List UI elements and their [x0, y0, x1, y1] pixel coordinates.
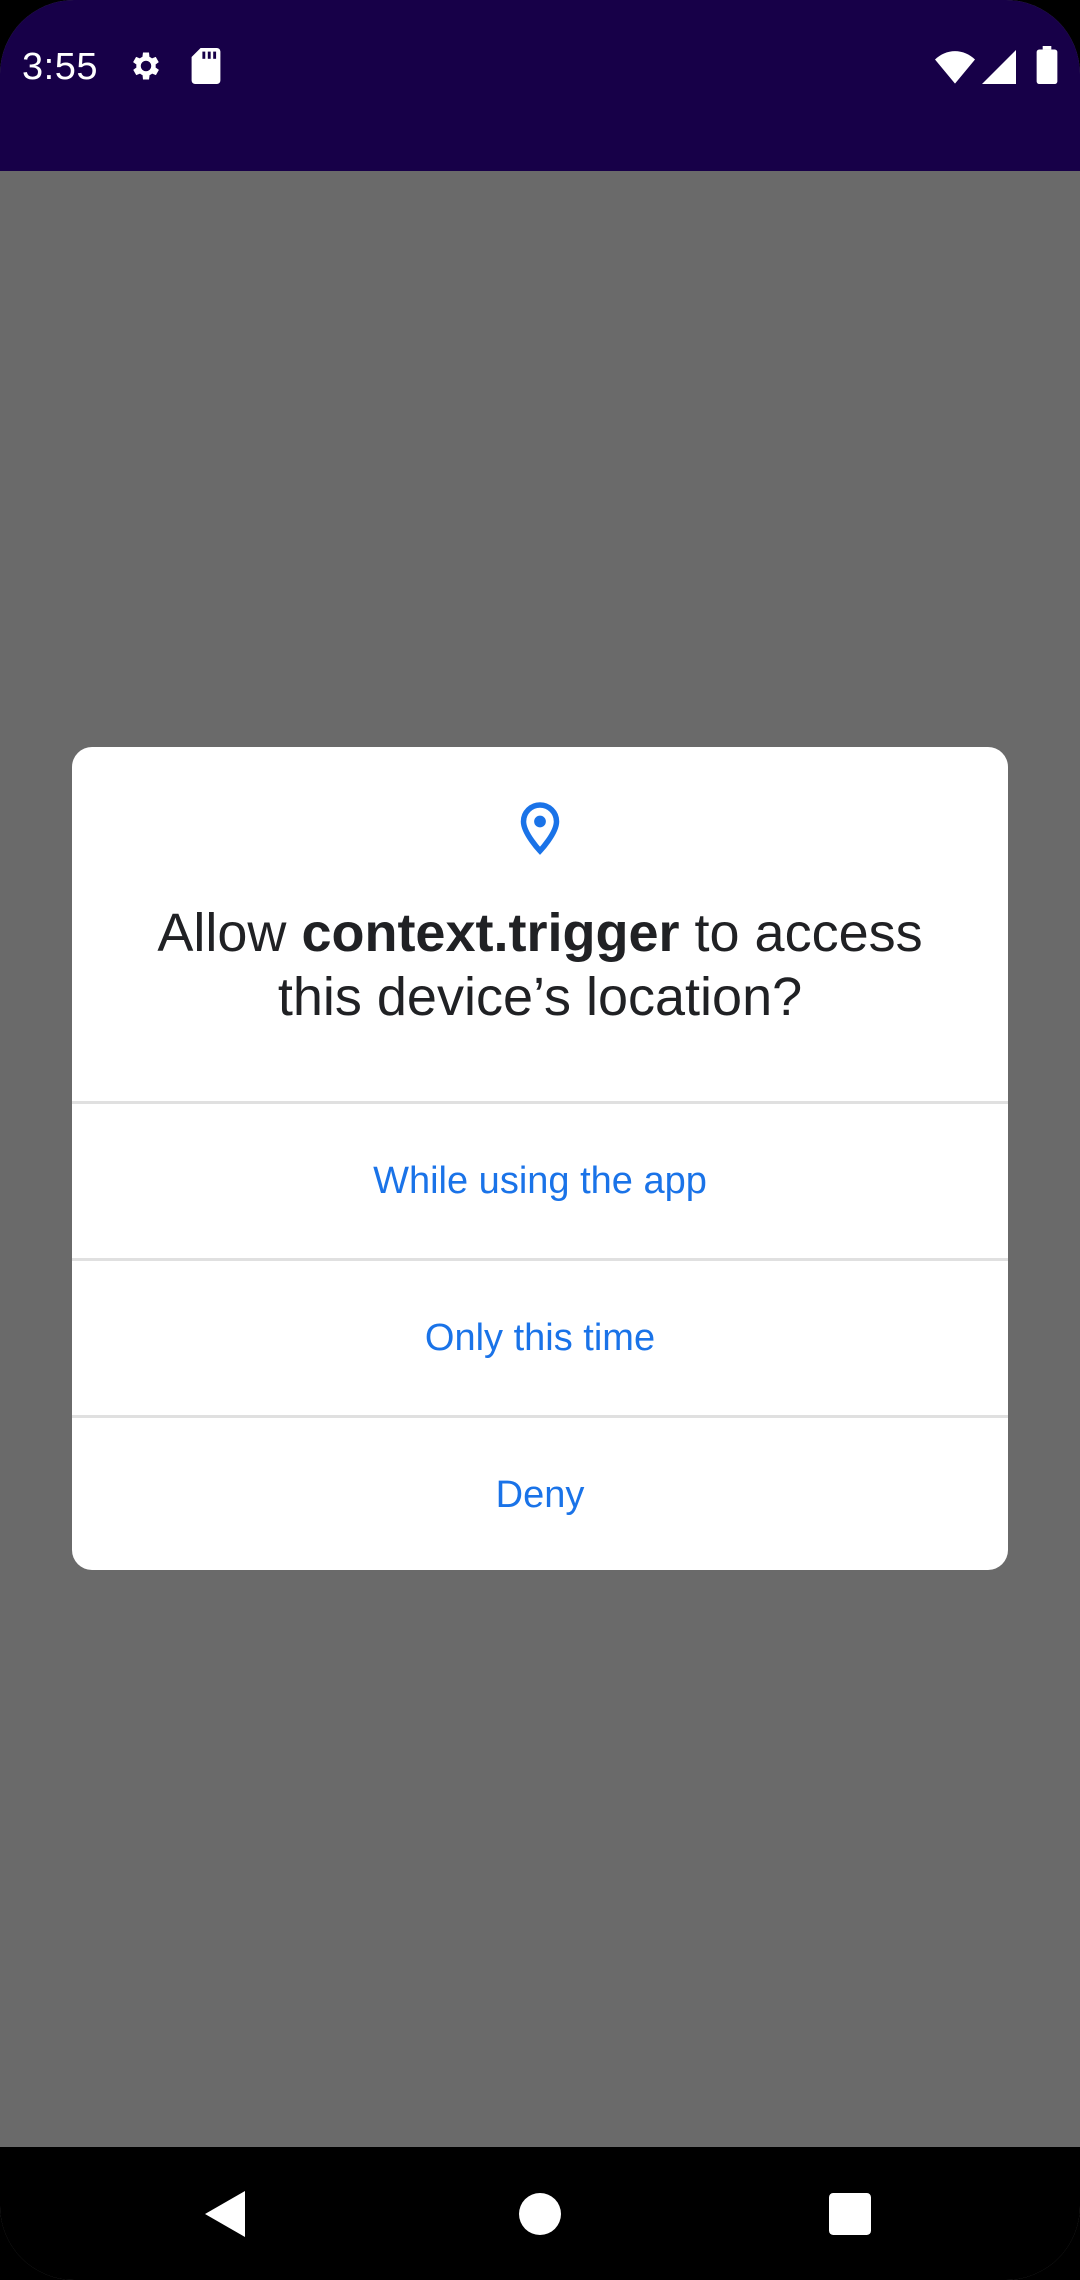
deny-button[interactable]: Deny	[72, 1418, 1008, 1570]
navigation-bar	[0, 2147, 1080, 2280]
home-icon[interactable]	[519, 2193, 561, 2235]
screen: 3:55 Allow context.trigger to access thi…	[0, 0, 1080, 2280]
dialog-header: Allow context.trigger to access this dev…	[72, 747, 1008, 1101]
title-prefix: Allow	[157, 903, 302, 963]
sd-card-icon	[191, 48, 221, 84]
app-name: context.trigger	[301, 903, 680, 963]
permission-dialog: Allow context.trigger to access this dev…	[72, 747, 1008, 1570]
status-bar: 3:55	[0, 0, 1080, 171]
status-time: 3:55	[22, 46, 98, 88]
back-icon[interactable]	[205, 2191, 245, 2237]
recents-icon[interactable]	[829, 2193, 871, 2235]
only-this-time-button[interactable]: Only this time	[72, 1261, 1008, 1415]
while-using-app-button[interactable]: While using the app	[72, 1104, 1008, 1258]
battery-icon	[1036, 46, 1058, 84]
dialog-title: Allow context.trigger to access this dev…	[112, 901, 968, 1029]
signal-icon	[982, 50, 1016, 84]
location-pin-icon	[520, 802, 560, 855]
wifi-icon	[935, 51, 975, 84]
gear-icon	[133, 52, 159, 80]
